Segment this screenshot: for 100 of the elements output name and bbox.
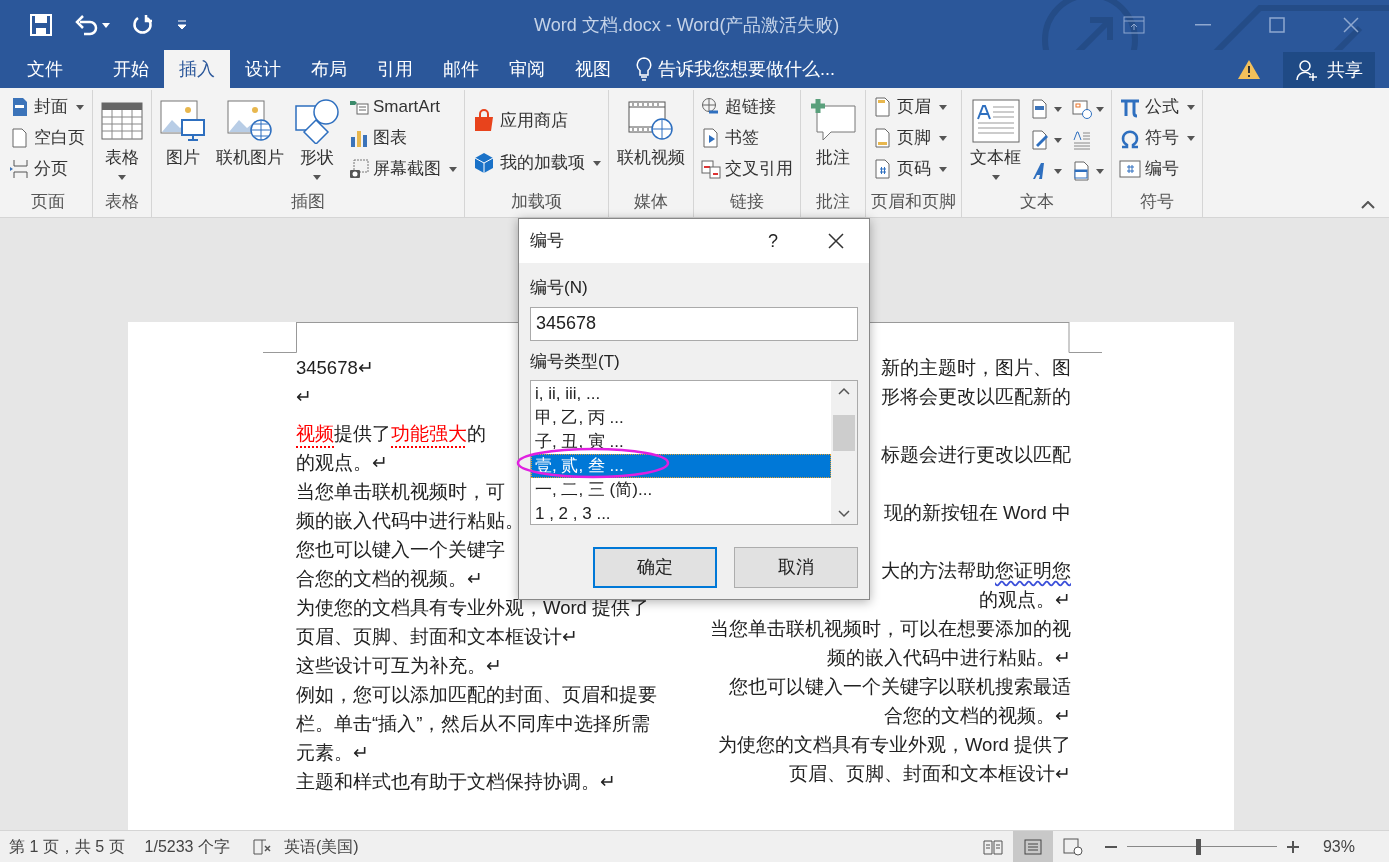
list-item[interactable]: 甲, 乙, 丙 ... [531,406,831,430]
ribbon-button[interactable]: 联机图片 [213,93,287,169]
page-break-icon [10,159,30,179]
close-icon[interactable] [828,233,844,249]
scroll-up-icon[interactable] [838,387,850,395]
ribbon-button[interactable]: SmartArt [347,93,459,121]
ribbon-button[interactable]: 表格 [98,93,146,180]
ribbon-button[interactable]: 图片 [157,93,209,169]
online-picture-icon [227,100,273,142]
list-item[interactable]: 一, 二, 三 (简)... [531,478,831,502]
book-icon [982,838,1003,855]
caret-icon [1054,137,1062,143]
ribbon-button[interactable]: 封面 [8,93,87,121]
zoom-percentage[interactable]: 93% [1322,834,1355,859]
menu-tab[interactable]: 布局 [296,50,362,88]
scrollbar-thumb[interactable] [833,414,855,451]
document-text-line: 345678↵ [296,356,374,380]
redo-icon[interactable] [132,14,154,36]
menu-tab[interactable]: 设计 [230,50,296,88]
document-text-line: 您也可以键入一个关键字以联机搜索最适 [729,675,1071,699]
scrollbar[interactable] [831,381,857,524]
save-icon[interactable] [30,14,52,36]
group-label: 文本 [1019,191,1054,213]
collapse-ribbon-icon[interactable] [1361,201,1375,209]
menu-tab[interactable]: 插入 [164,50,230,88]
ribbon-button[interactable]: 页码 [871,155,949,183]
cube-icon [472,151,496,175]
document-text-line: 栏。单击“插入”，然后从不同库中选择所需 [296,712,651,736]
ribbon-button[interactable]: 公式 [1117,93,1197,121]
web-layout-icon [1062,837,1083,856]
caret-icon [102,22,110,28]
ribbon-button[interactable]: 页脚 [871,124,949,152]
ribbon-button[interactable]: 批注 [806,93,860,169]
proofing-icon[interactable] [251,837,272,856]
ribbon-button[interactable]: 编号 [1117,155,1197,183]
help-button[interactable]: ? [768,227,778,255]
globe-link-icon [701,97,721,117]
document-text-line: ↵ [296,385,312,409]
ribbon-button[interactable]: 分页 [8,155,87,183]
ribbon-button[interactable]: 我的加载项 [470,149,603,177]
menu-tab[interactable]: 邮件 [428,50,494,88]
ribbon-button[interactable]: 符号 [1117,124,1197,152]
document-text-line: 的观点。↵ [979,588,1071,612]
list-item[interactable]: 1 , 2 , 3 ... [531,502,831,526]
ribbon-button[interactable]: 交叉引用 [699,155,795,183]
undo-icon[interactable] [74,14,98,36]
ribbon-button[interactable]: 应用商店 [470,107,603,135]
slider-thumb[interactable] [1195,838,1201,855]
field-label: 编号(N) [530,277,589,299]
language-status[interactable]: 英语(美国) [283,834,359,859]
warning-icon[interactable] [1237,58,1261,80]
text-box-icon [971,99,1020,143]
ribbon-button[interactable]: 超链接 [699,93,795,121]
list-item[interactable]: 壹, 贰, 叁 ... [531,454,831,478]
ribbon-button[interactable]: 屏幕截图 [347,155,459,183]
menu-tab[interactable]: 引用 [362,50,428,88]
ribbon-button[interactable]: 空白页 [8,124,87,152]
dialog-title: 编号 [530,230,564,253]
caret-icon [1187,104,1195,110]
cover-page-icon [10,97,30,117]
ribbon-button[interactable]: 图表 [347,124,459,152]
date-time-icon [1072,99,1092,119]
ribbon-display-icon[interactable] [1123,16,1145,34]
caret-icon [991,175,1000,180]
view-button[interactable] [1012,831,1053,862]
dialog-button[interactable]: 确定 [593,547,717,588]
ribbon-button[interactable]: 联机视频 [614,93,688,169]
word-count[interactable]: 1/5233 个字 [144,834,230,859]
menu-tab[interactable]: 审阅 [494,50,560,88]
zoom-slider[interactable] [1126,838,1277,855]
document-text-line: 当您单击联机视频时，可以在想要添加的视 [710,617,1071,641]
page-count[interactable]: 第 1 页，共 5 页 [9,834,125,859]
shapes-icon [294,98,340,144]
document-text-line: 您也可以键入一个关键字 [296,538,505,562]
caret-icon [593,160,601,166]
caret-icon [313,175,321,180]
document-text-line: 元素。↵ [296,741,369,765]
page-layout-icon [1023,838,1042,855]
ribbon-button[interactable]: 书签 [699,124,795,152]
zoom-in-button[interactable] [1284,838,1301,855]
scroll-down-icon[interactable] [838,510,850,518]
customize-toolbar-icon[interactable] [176,20,188,30]
share-button[interactable]: 共享 [1283,52,1375,88]
cross-reference-icon [701,159,721,179]
menu-tab[interactable]: 视图 [560,50,626,88]
screenshot-icon [349,159,369,179]
document-text-line: 新的主题时，图片、图 [881,356,1071,380]
ribbon-button[interactable]: 页眉 [871,93,949,121]
document-text-line: 主题和样式也有助于文档保持协调。↵ [296,770,616,794]
tell-me-field[interactable]: 告诉我您想要做什么... [636,50,848,88]
ribbon-button[interactable]: 文本框 [967,93,1024,180]
group-label: 批注 [816,191,850,213]
menu-tab[interactable]: 文件 [12,50,78,88]
document-text-line: 合您的文档的视频。↵ [296,567,483,591]
dialog-button[interactable]: 取消 [734,547,858,588]
ribbon-button[interactable]: 形状 [291,93,343,180]
number-input-field[interactable]: 345678 [530,306,858,341]
list-item[interactable]: i, ii, iii, ... [531,382,831,406]
menu-tab[interactable]: 开始 [98,50,164,88]
caret-icon [118,175,126,180]
